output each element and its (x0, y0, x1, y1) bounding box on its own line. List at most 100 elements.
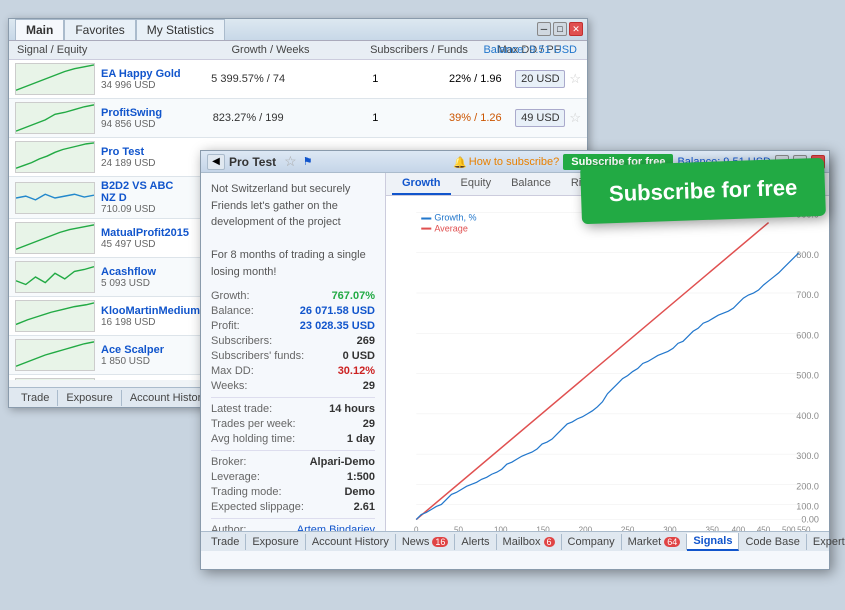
stat-author: Author: Artem Bindariev (211, 524, 375, 531)
inner-tab-company[interactable]: Company (562, 534, 622, 550)
signal-chart-thumb (15, 222, 95, 254)
signal-usd: 16 198 USD (101, 317, 181, 328)
signal-name[interactable]: Acashflow (101, 266, 181, 278)
svg-text:450: 450 (757, 526, 771, 531)
signal-usd: 5 093 USD (101, 278, 181, 289)
stat-leverage: Leverage: 1:500 (211, 471, 375, 483)
market-count-badge: 64 (664, 537, 680, 547)
svg-text:0: 0 (414, 526, 419, 531)
signal-name-info: EA Happy Gold 34 996 USD (101, 68, 181, 91)
stat-balance-label: Balance: (211, 305, 254, 317)
signal-price[interactable]: 49 USD (515, 109, 565, 127)
svg-text:700.0: 700.0 (796, 290, 819, 300)
signal-chart-thumb (15, 261, 95, 293)
svg-text:300.0: 300.0 (796, 451, 819, 461)
svg-text:100: 100 (494, 526, 508, 531)
close-button[interactable]: ✕ (569, 22, 583, 36)
stat-trading-mode: Trading mode: Demo (211, 486, 375, 498)
tab-main[interactable]: Main (15, 19, 64, 40)
signal-name[interactable]: Pro Test (101, 146, 181, 158)
inner-tab-experts[interactable]: Experts (807, 534, 845, 550)
header-signal: Signal / Equity (17, 44, 182, 56)
stat-subs-funds-value: 0 USD (343, 350, 375, 362)
outer-tabs: Main Favorites My Statistics (15, 19, 225, 40)
inner-tab-exposure[interactable]: Exposure (246, 534, 305, 550)
inner-tab-signals[interactable]: Signals (687, 533, 739, 551)
stat-maxdd-value: 30.12% (338, 365, 375, 377)
inner-tab-mailbox[interactable]: Mailbox 6 (497, 534, 562, 550)
back-button[interactable]: ◀ (207, 154, 225, 170)
svg-text:400.0: 400.0 (796, 411, 819, 421)
stat-profit: Profit: 23 028.35 USD (211, 320, 375, 332)
stat-subscribers: Subscribers: 269 (211, 335, 375, 347)
signal-name[interactable]: B2D2 VS ABC NZ D (101, 180, 181, 204)
tab-my-statistics[interactable]: My Statistics (136, 19, 225, 40)
stat-avg-holding: Avg holding time: 1 day (211, 433, 375, 445)
signal-chart-thumb (15, 300, 95, 332)
signal-name-info: Acashflow 5 093 USD (101, 266, 181, 289)
svg-text:Growth, %: Growth, % (434, 213, 476, 223)
signal-chart-thumb (15, 182, 95, 214)
subscribe-for-free-badge[interactable]: Subscribe for free (580, 158, 826, 224)
signal-usd: 1 850 USD (101, 356, 181, 367)
stat-author-link[interactable]: Artem Bindariev (297, 524, 375, 531)
stat-leverage-label: Leverage: (211, 471, 260, 483)
inner-tab-alerts[interactable]: Alerts (455, 534, 496, 550)
svg-text:150: 150 (536, 526, 550, 531)
signal-name[interactable]: EA Happy Gold (101, 68, 181, 80)
stat-latest-trade: Latest trade: 14 hours (211, 403, 375, 415)
signals-table-header: Signal / Equity Growth / Weeks Subscribe… (9, 41, 587, 60)
favorite-star-icon[interactable]: ☆ (569, 110, 581, 126)
inner-tab-news[interactable]: News 16 (396, 534, 456, 550)
tab-favorites[interactable]: Favorites (64, 19, 135, 40)
stat-growth: Growth: 767.07% (211, 290, 375, 302)
stat-subscribers-value: 269 (357, 335, 375, 347)
stat-latest-trade-label: Latest trade: (211, 403, 272, 415)
signal-maxdd: 22% / 1.96 (435, 73, 515, 85)
inner-tab-trade[interactable]: Trade (205, 534, 246, 550)
inner-window-title: Pro Test (229, 155, 276, 169)
inner-tab-codebase[interactable]: Code Base (739, 534, 806, 550)
outer-balance-info: Balance: 9.51 USD (483, 44, 577, 56)
info-icon: 🔔 (453, 156, 467, 169)
stat-broker-label: Broker: (211, 456, 246, 468)
stat-subscribers-label: Subscribers: (211, 335, 272, 347)
outer-win-controls: ─ □ ✕ (537, 22, 583, 36)
inner-content-area: Not Switzerland but securely Friends let… (201, 173, 829, 531)
signal-name[interactable]: ProfitSwing (101, 107, 181, 119)
signal-usd: 34 996 USD (101, 80, 181, 91)
left-stats-panel: Not Switzerland but securely Friends let… (201, 173, 386, 531)
bottom-tab-exposure[interactable]: Exposure (58, 390, 121, 406)
chart-tab-growth[interactable]: Growth (392, 173, 451, 195)
stat-trades-per-week: Trades per week: 29 (211, 418, 375, 430)
signal-name-info: B2D2 VS ABC NZ D 710.09 USD (101, 180, 181, 215)
stat-weeks-label: Weeks: (211, 380, 247, 392)
signal-chart-thumb (15, 378, 95, 380)
minimize-button[interactable]: ─ (537, 22, 551, 36)
svg-text:0.00: 0.00 (801, 515, 819, 525)
favorite-star-icon[interactable]: ☆ (569, 71, 581, 87)
svg-text:50: 50 (454, 526, 463, 531)
chart-tab-equity[interactable]: Equity (451, 173, 502, 195)
signal-name[interactable]: MatualProfit2015 (101, 227, 181, 239)
how-to-subscribe-link[interactable]: 🔔 How to subscribe? (453, 156, 559, 169)
bottom-tab-trade[interactable]: Trade (13, 390, 58, 406)
stat-subs-funds-label: Subscribers' funds: (211, 350, 304, 362)
chart-tab-balance[interactable]: Balance (501, 173, 561, 195)
inner-tab-market[interactable]: Market 64 (622, 534, 688, 550)
stat-avg-holding-value: 1 day (347, 433, 375, 445)
growth-chart: 900.0 800.0 700.0 600.0 500.0 400.0 300.… (386, 196, 829, 531)
table-row[interactable]: EA Happy Gold 34 996 USD 5 399.57% / 74 … (9, 60, 587, 99)
signal-name-info: KlooMartinMedium 16 198 USD (101, 305, 181, 328)
signal-name[interactable]: KlooMartinMedium (101, 305, 181, 317)
stat-author-label: Author: (211, 524, 246, 531)
inner-bottom-tabs: Trade Exposure Account History News 16 A… (201, 531, 829, 551)
signal-name[interactable]: Ace Scalper (101, 344, 181, 356)
maximize-button[interactable]: □ (553, 22, 567, 36)
table-row[interactable]: ProfitSwing 94 856 USD 823.27% / 199 1 3… (9, 99, 587, 138)
signal-price[interactable]: 20 USD (515, 70, 565, 88)
stat-slippage: Expected slippage: 2.61 (211, 501, 375, 513)
inner-tab-account-history[interactable]: Account History (306, 534, 396, 550)
favorite-icon[interactable]: ☆ (284, 153, 297, 170)
stat-weeks-value: 29 (363, 380, 375, 392)
